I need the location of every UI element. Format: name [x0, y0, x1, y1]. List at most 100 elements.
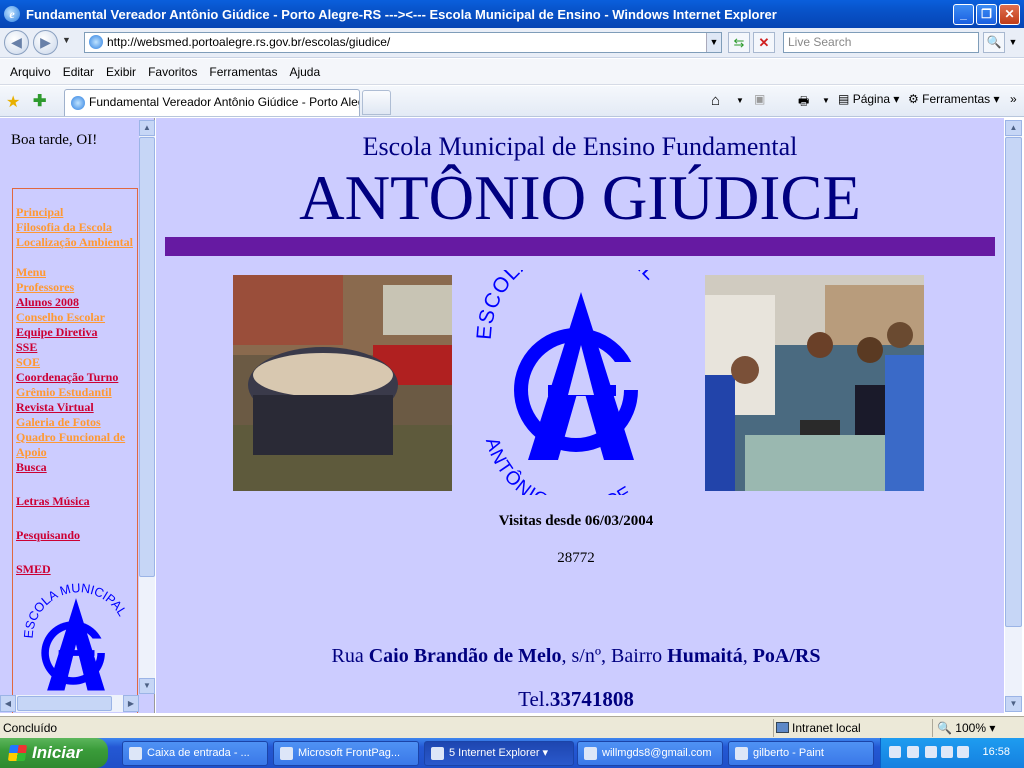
menu-exibir[interactable]: Exibir: [100, 65, 142, 79]
nav-link-conselho[interactable]: Conselho Escolar: [13, 310, 137, 325]
add-favorite-icon[interactable]: ✚: [33, 91, 46, 111]
search-icon[interactable]: 🔍: [983, 32, 1005, 53]
hscroll-thumb[interactable]: [17, 696, 112, 711]
nav-link-professores[interactable]: Professores: [13, 280, 137, 295]
nav-link-sse[interactable]: SSE: [13, 340, 137, 355]
tools-menu-label: Ferramentas: [922, 92, 991, 106]
scroll-up-icon[interactable]: ▲: [139, 120, 155, 136]
close-button[interactable]: ✕: [999, 3, 1020, 25]
nav-link-menu[interactable]: Menu: [13, 265, 137, 280]
scroll-thumb[interactable]: [139, 137, 155, 577]
search-input[interactable]: Live Search: [783, 32, 979, 53]
school-title: ANTÔNIO GIÚDICE: [299, 163, 861, 233]
left-frame-scrollbar[interactable]: ▲ ▼: [139, 120, 155, 694]
tab-bar: ★ ✚ Fundamental Vereador Antônio Giúdice…: [0, 86, 1024, 117]
task-label: Caixa de entrada - ...: [147, 747, 250, 759]
address-dropdown[interactable]: ▼: [706, 33, 721, 52]
page-menu[interactable]: ▤ Página ▾: [838, 92, 899, 106]
menu-arquivo[interactable]: Arquivo: [4, 65, 57, 79]
tab-active[interactable]: Fundamental Vereador Antônio Giúdice - P…: [64, 89, 360, 116]
restore-button[interactable]: ❐: [976, 3, 997, 25]
more-chevron-icon[interactable]: »: [1010, 92, 1017, 106]
menu-editar[interactable]: Editar: [57, 65, 100, 79]
forward-arrow-icon[interactable]: ▶: [33, 30, 58, 55]
nav-link-coordenacao[interactable]: Coordenação Turno: [13, 370, 137, 385]
menu-favoritos[interactable]: Favoritos: [142, 65, 203, 79]
nav-link-filosofia[interactable]: Filosofia da Escola: [13, 220, 137, 235]
tray-arrow-icon[interactable]: [907, 746, 919, 758]
gmail-notifier-icon[interactable]: [925, 746, 937, 758]
students-activity-photo: [705, 275, 924, 491]
task-frontpage[interactable]: Microsoft FrontPag...: [273, 741, 419, 766]
task-inbox[interactable]: Caixa de entrada - ...: [122, 741, 268, 766]
scroll-up-icon[interactable]: ▲: [1005, 120, 1022, 136]
nav-link-pesquisando[interactable]: Pesquisando: [13, 528, 137, 543]
feeds-icon[interactable]: ▣: [754, 92, 765, 106]
home-icon[interactable]: ⌂: [711, 92, 720, 109]
network-icon[interactable]: [957, 746, 969, 758]
visits-counter: 28772: [557, 550, 595, 566]
print-icon[interactable]: 🖶: [798, 92, 809, 113]
nav-link-quadro-line2: Apoio: [16, 445, 47, 459]
address-separator: ,: [742, 645, 753, 667]
address-bar[interactable]: http://websmed.portoalegre.rs.gov.br/esc…: [84, 32, 722, 53]
task-gmail[interactable]: willmgds8@gmail.com: [577, 741, 723, 766]
nav-link-gremio[interactable]: Grêmio Estudantil: [13, 385, 137, 400]
nav-link-soe[interactable]: SOE: [13, 355, 137, 370]
scroll-right-icon[interactable]: ▶: [123, 695, 139, 712]
left-frame-hscrollbar[interactable]: ◀ ▶: [0, 695, 139, 712]
tab-label: Fundamental Vereador Antônio Giúdice - P…: [89, 95, 360, 109]
address-prefix: Rua: [331, 645, 369, 667]
minimize-button[interactable]: _: [953, 3, 974, 25]
address-toolbar: ◀ ▶ ▼ http://websmed.portoalegre.rs.gov.…: [0, 28, 1024, 58]
school-address: Rua Caio Brandão de Melo, s/nº, Bairro H…: [156, 645, 996, 668]
nav-link-principal[interactable]: Principal: [13, 205, 137, 220]
back-arrow-icon[interactable]: ◀: [4, 30, 29, 55]
nav-link-letras[interactable]: Letras Música: [13, 494, 137, 509]
intranet-icon: [776, 722, 789, 733]
security-zone-label: Intranet local: [792, 721, 861, 735]
print-dropdown[interactable]: ▼: [822, 96, 830, 105]
zoom-level: 100%: [955, 721, 986, 735]
nav-link-revista[interactable]: Revista Virtual: [13, 400, 137, 415]
recent-pages-dropdown[interactable]: ▼: [62, 35, 71, 45]
scroll-down-icon[interactable]: ▼: [1005, 696, 1022, 712]
main-frame-scrollbar[interactable]: ▲ ▼: [1005, 120, 1022, 712]
greeting: Boa tarde, OI!: [11, 132, 98, 148]
menu-ajuda[interactable]: Ajuda: [283, 65, 326, 79]
taskbar: Iniciar Caixa de entrada - ... Microsoft…: [0, 738, 1024, 768]
home-dropdown[interactable]: ▼: [736, 96, 744, 105]
nav-link-alunos[interactable]: Alunos 2008: [13, 295, 137, 310]
scroll-down-icon[interactable]: ▼: [139, 678, 155, 694]
nav-link-busca[interactable]: Busca: [13, 460, 137, 475]
zoom-control[interactable]: 🔍 100% ▾: [932, 719, 1024, 737]
windows-logo-icon: [7, 745, 28, 761]
menu-ferramentas[interactable]: Ferramentas: [203, 65, 283, 79]
refresh-icon[interactable]: ⇆: [728, 32, 750, 53]
task-internet-explorer[interactable]: 5 Internet Explorer ▾: [424, 741, 574, 766]
scroll-thumb[interactable]: [1005, 137, 1022, 627]
start-button[interactable]: Iniciar: [0, 738, 108, 768]
nav-link-localizacao[interactable]: Localização Ambiental: [13, 235, 137, 250]
nav-link-quadro[interactable]: Quadro Funcional de Apoio: [13, 430, 137, 460]
nav-link-galeria[interactable]: Galeria de Fotos: [13, 415, 137, 430]
stop-icon[interactable]: ✕: [753, 32, 775, 53]
phone-label: Tel.: [518, 687, 550, 711]
clock: 16:58: [982, 746, 1010, 758]
scroll-left-icon[interactable]: ◀: [0, 695, 16, 712]
search-options-dropdown[interactable]: ▼: [1006, 32, 1020, 53]
address-bairro: Humaitá: [667, 645, 743, 667]
new-tab-button[interactable]: [362, 90, 391, 115]
status-bar: Concluído Intranet local 🔍 100% ▾: [0, 716, 1024, 738]
page-menu-label: Página: [852, 92, 891, 106]
school-logo: ESCOLA MUNICIPAL ANTÔNIO GIÚDICE: [476, 270, 661, 495]
nav-link-equipe[interactable]: Equipe Diretiva: [13, 325, 137, 340]
favorites-star-icon[interactable]: ★: [6, 92, 20, 112]
address-url: http://websmed.portoalegre.rs.gov.br/esc…: [107, 35, 391, 49]
task-paint[interactable]: gilberto - Paint: [728, 741, 874, 766]
help-icon[interactable]: [889, 746, 901, 758]
phone-number: 33741808: [549, 687, 634, 711]
system-tray: 16:58: [880, 738, 1024, 768]
volume-icon[interactable]: [941, 746, 953, 758]
tools-menu[interactable]: ⚙ Ferramentas ▾: [908, 92, 1000, 106]
